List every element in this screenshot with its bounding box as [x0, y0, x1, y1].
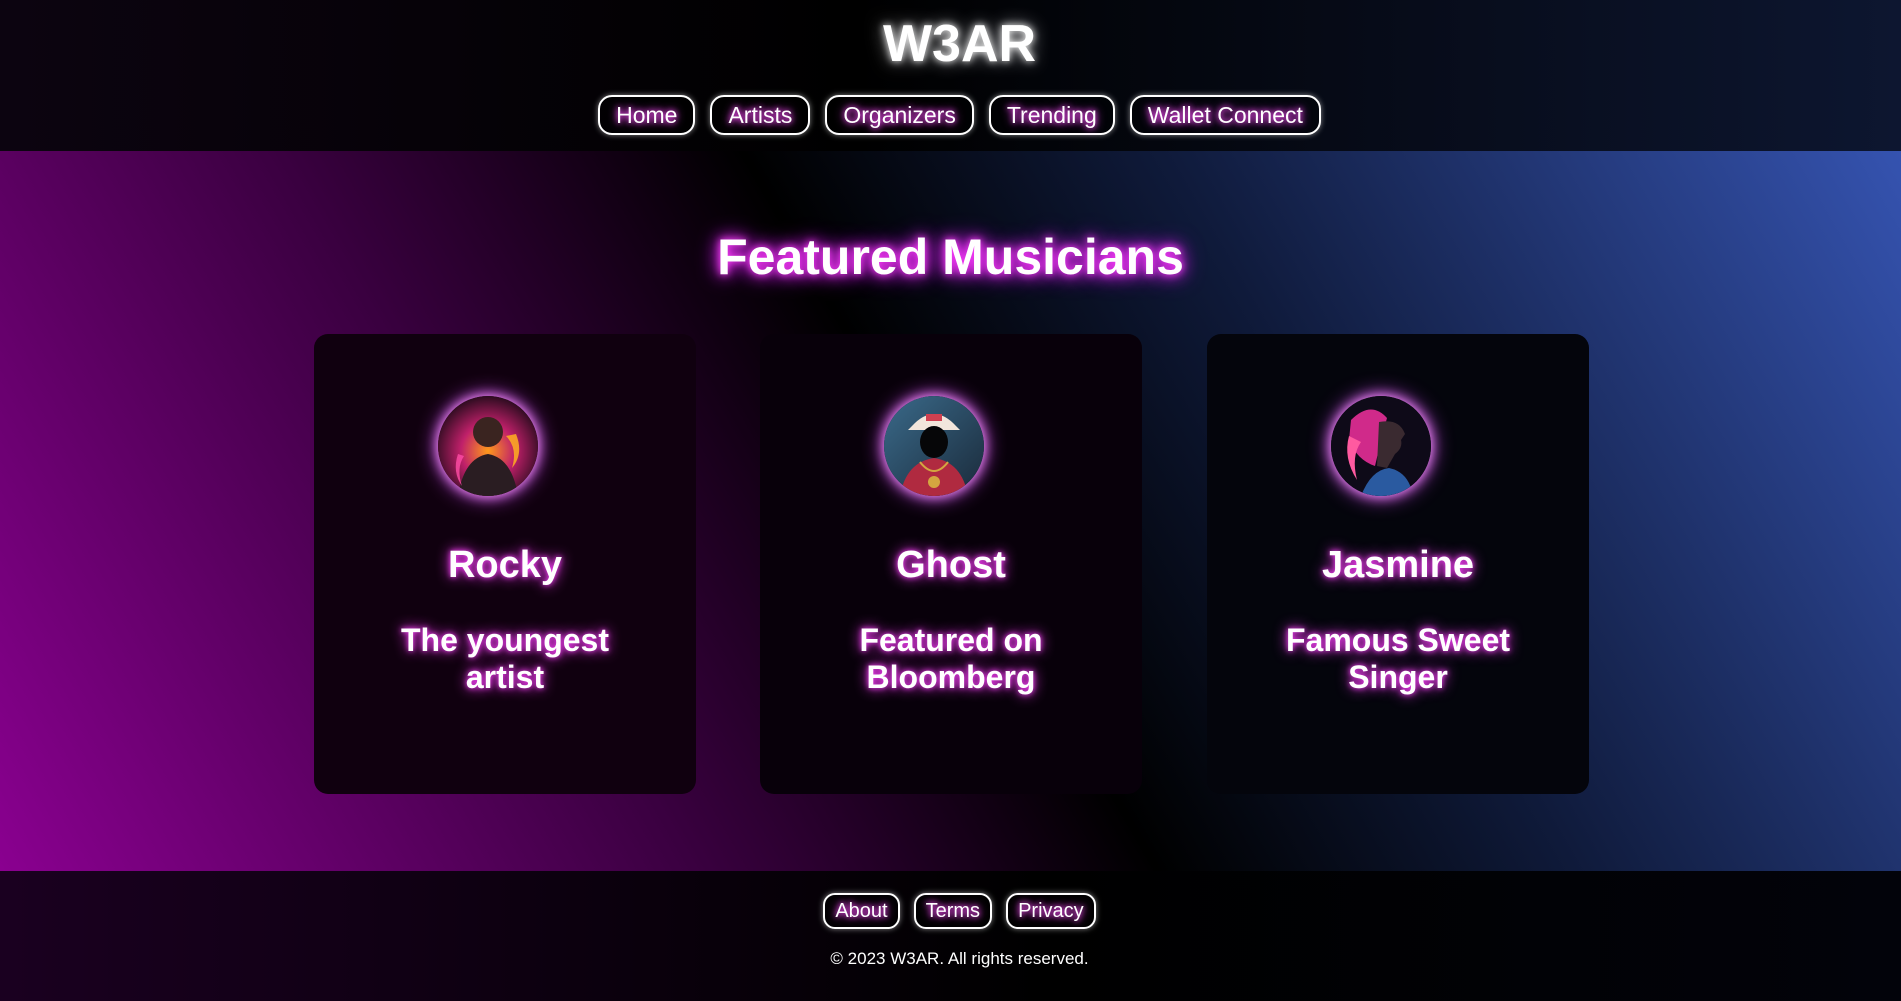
footer-privacy-link[interactable]: Privacy [1006, 893, 1096, 929]
musician-name: Rocky [447, 544, 563, 586]
site-footer: About Terms Privacy © 2023 W3AR. All rig… [0, 871, 1901, 1001]
musician-description: Featured on Bloomberg [859, 622, 1043, 695]
featured-section: Featured Musicians Rocky The youngest ar [0, 151, 1901, 871]
singer-profile-avatar-icon [1331, 396, 1431, 496]
musician-card[interactable]: Jasmine Famous Sweet Singer [1207, 334, 1589, 794]
site-header: W3AR Home Artists Organizers Trending Wa… [0, 0, 1901, 151]
masked-rapper-avatar-icon [884, 396, 984, 496]
nav-trending-button[interactable]: Trending [988, 95, 1115, 135]
section-title: Featured Musicians [717, 229, 1184, 285]
nav-organizers-button[interactable]: Organizers [825, 95, 974, 135]
nav-wallet-connect-button[interactable]: Wallet Connect [1129, 95, 1321, 135]
nav-home-button[interactable]: Home [598, 95, 696, 135]
musician-card[interactable]: Rocky The youngest artist [314, 334, 696, 794]
footer-about-link[interactable]: About [823, 893, 900, 929]
footer-terms-link[interactable]: Terms [913, 893, 993, 929]
musician-card[interactable]: Ghost Featured on Bloomberg [760, 334, 1142, 794]
copyright-text: © 2023 W3AR. All rights reserved. [830, 949, 1089, 968]
footer-links: About Terms Privacy [0, 893, 1901, 929]
musician-description: The youngest artist [400, 622, 609, 695]
musician-name: Jasmine [1321, 544, 1475, 586]
musician-name: Ghost [896, 544, 1006, 586]
site-logo[interactable]: W3AR [0, 14, 1901, 74]
musician-description: Famous Sweet Singer [1285, 622, 1511, 695]
artist-flame-avatar-icon [438, 396, 538, 496]
main-nav: Home Artists Organizers Trending Wallet … [0, 95, 1901, 135]
nav-artists-button[interactable]: Artists [710, 95, 811, 135]
